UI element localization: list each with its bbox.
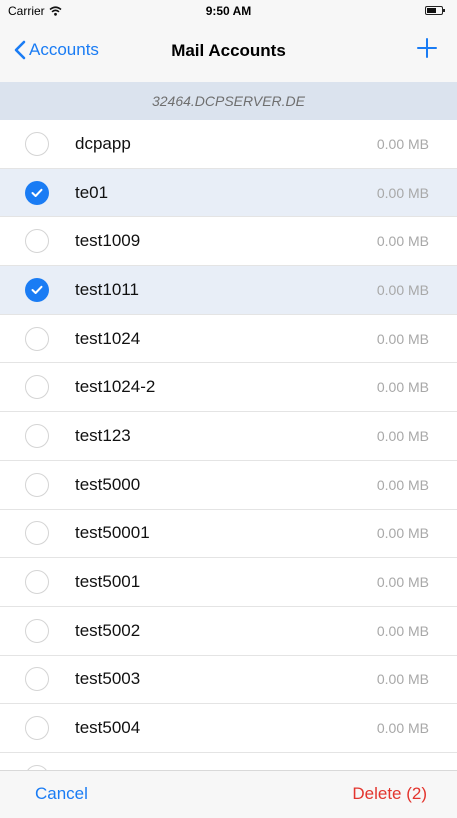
account-row[interactable]: test5001 0.00 MB [0,558,457,607]
account-size: 0.00 MB [376,135,429,152]
selection-circle-icon[interactable] [25,618,49,643]
account-name: test123 [75,425,131,445]
account-row[interactable]: dcpapp 0.00 MB [0,120,457,169]
account-size: 0.00 MB [376,671,429,688]
account-name: test5004 [75,718,141,738]
account-size: 0.00 MB [376,184,429,201]
account-size: 0.00 MB [376,330,429,347]
battery-icon [425,6,445,15]
account-row[interactable]: test1011 0.00 MB [0,266,457,315]
account-row[interactable]: test1024-2 0.00 MB [0,363,457,413]
checkmark-icon[interactable] [25,277,49,302]
account-size: 0.00 MB [376,574,429,591]
delete-button[interactable]: Delete (2) [352,784,427,804]
account-list: dcpapp 0.00 MB te01 0.00 MB test1009 0.00 MB t… [0,120,457,802]
account-row[interactable]: test50001 0.00 MB [0,510,457,559]
account-name: test5000 [75,474,141,494]
bottom-toolbar: Cancel Delete (2) [0,770,457,818]
account-name: test5003 [75,669,141,689]
selection-circle-icon[interactable] [25,375,49,400]
account-name: test1024-2 [75,377,156,397]
selection-circle-icon[interactable] [25,667,49,692]
account-name: test1011 [75,279,139,299]
cancel-button[interactable]: Cancel [35,784,88,804]
selection-circle-icon[interactable] [25,326,49,351]
account-row[interactable]: test123 0.00 MB [0,412,457,461]
account-name: test1024 [75,328,141,348]
account-size: 0.00 MB [376,379,429,396]
account-row[interactable]: test5002 0.00 MB [0,607,457,656]
account-name: test50001 [75,523,150,543]
page-title: Mail Accounts [171,41,286,60]
account-name: dcpapp [75,133,131,153]
selection-circle-icon[interactable] [25,716,49,741]
account-row[interactable]: test5004 0.00 MB [0,704,457,753]
account-row[interactable]: test1009 0.00 MB [0,217,457,267]
add-account-button[interactable] [417,38,437,63]
account-size: 0.00 MB [376,281,429,298]
account-size: 0.00 MB [376,622,429,639]
account-row[interactable]: test5003 0.00 MB [0,656,457,705]
status-bar: Carrier 9:50 AM [0,0,457,22]
selection-circle-icon[interactable] [25,229,49,254]
selection-circle-icon[interactable] [25,521,49,546]
account-row[interactable]: te01 0.00 MB [0,168,457,218]
account-name: test5002 [75,620,141,640]
selection-circle-icon[interactable] [25,423,49,448]
navigation-bar: Accounts Mail Accounts [0,22,457,82]
selection-circle-icon[interactable] [25,570,49,595]
account-row[interactable]: test5000 0.00 MB [0,461,457,510]
account-name: test1009 [75,231,141,251]
plus-icon [417,38,437,58]
checkmark-icon[interactable] [25,180,49,205]
status-time: 9:50 AM [205,4,252,18]
account-size: 0.00 MB [376,476,429,493]
account-name: test5001 [75,572,141,592]
selection-circle-icon[interactable] [25,131,49,156]
selection-circle-icon[interactable] [25,472,49,497]
account-size: 0.00 MB [376,720,429,737]
server-section-header: 32464.DCPSERVER.DE [0,82,457,120]
account-name: te01 [75,182,109,202]
account-size: 0.00 MB [376,427,429,444]
account-row[interactable]: test1024 0.00 MB [0,315,457,364]
account-size: 0.00 MB [376,233,429,250]
account-size: 0.00 MB [376,525,429,542]
